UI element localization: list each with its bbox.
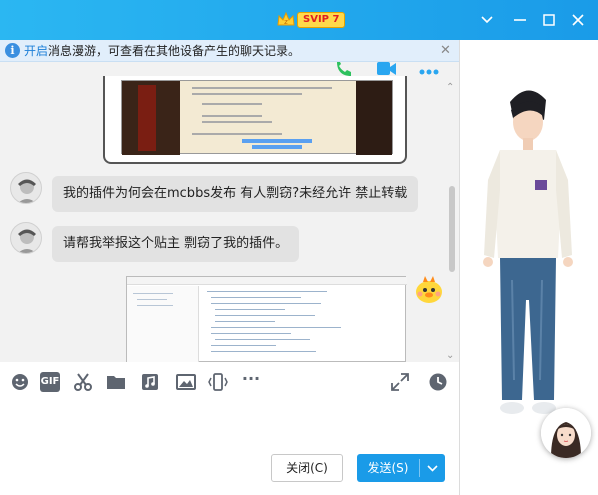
chick-avatar-icon — [416, 276, 442, 303]
screenshot-minecraft — [121, 80, 393, 155]
message-bubble[interactable]: 请帮我举报这个贴主 剽窃了我的插件。 — [52, 226, 300, 262]
image-icon[interactable] — [176, 372, 196, 392]
gif-icon[interactable]: GIF — [40, 372, 60, 392]
history-icon[interactable] — [428, 372, 448, 392]
more-icon[interactable]: ··· — [241, 371, 261, 392]
shake-icon[interactable] — [208, 372, 228, 392]
message-input[interactable] — [0, 400, 459, 448]
input-toolbar: GIF ··· — [0, 362, 459, 400]
send-options-chevron-icon[interactable] — [420, 454, 445, 482]
more-apps-icon[interactable] — [418, 62, 440, 80]
profile-avatar-button[interactable] — [541, 408, 591, 458]
info-icon: i — [5, 43, 20, 58]
chat-window: z SVIP 7 i 开启 消息漫游，可查看在其他设备产生的聊天记录。 ✕ 我的… — [0, 0, 598, 495]
vip-badge: SVIP 7 — [297, 12, 346, 28]
message-image-screenshot[interactable] — [103, 76, 407, 164]
notice-close-icon[interactable]: ✕ — [440, 43, 451, 59]
scissors-icon[interactable] — [73, 372, 93, 392]
maximize-icon[interactable] — [537, 8, 561, 32]
roaming-notice-bar: i 开启 消息漫游，可查看在其他设备产生的聊天记录。 ✕ — [0, 40, 459, 62]
close-button[interactable]: 关闭(C) — [271, 454, 343, 482]
close-icon[interactable] — [566, 8, 590, 32]
send-button-label[interactable]: 发送(S) — [357, 454, 419, 482]
avatar[interactable] — [10, 222, 42, 254]
message-image-screenshot[interactable] — [126, 276, 407, 362]
side-panel — [460, 40, 598, 495]
scroll-up-icon[interactable]: ⌃ — [446, 82, 454, 93]
scroll-down-icon[interactable]: ⌄ — [446, 350, 454, 361]
vip-crown-icon: z — [277, 11, 295, 26]
notice-text: 消息漫游，可查看在其他设备产生的聊天记录。 — [48, 44, 301, 58]
minimize-icon[interactable] — [508, 8, 532, 32]
title-bar: z SVIP 7 — [0, 0, 598, 40]
enable-roaming-link[interactable]: 开启 — [24, 43, 48, 59]
send-button[interactable]: 发送(S) — [357, 454, 445, 482]
message-list[interactable]: 我的插件为何会在mcbbs发布 有人剽窃?未经允许 禁止转载 请帮我举报这个贴主… — [0, 62, 459, 362]
show-character-image — [483, 90, 573, 414]
folder-icon[interactable] — [106, 372, 126, 392]
avatar[interactable] — [10, 172, 42, 204]
expand-icon[interactable] — [390, 372, 410, 392]
scrollbar-thumb[interactable] — [449, 186, 455, 272]
emoji-icon[interactable] — [10, 372, 30, 392]
svg-text:z: z — [284, 18, 288, 26]
music-icon[interactable] — [140, 372, 160, 392]
chevron-down-icon[interactable] — [475, 8, 499, 32]
message-bubble[interactable]: 我的插件为何会在mcbbs发布 有人剽窃?未经允许 禁止转载 — [52, 176, 419, 212]
